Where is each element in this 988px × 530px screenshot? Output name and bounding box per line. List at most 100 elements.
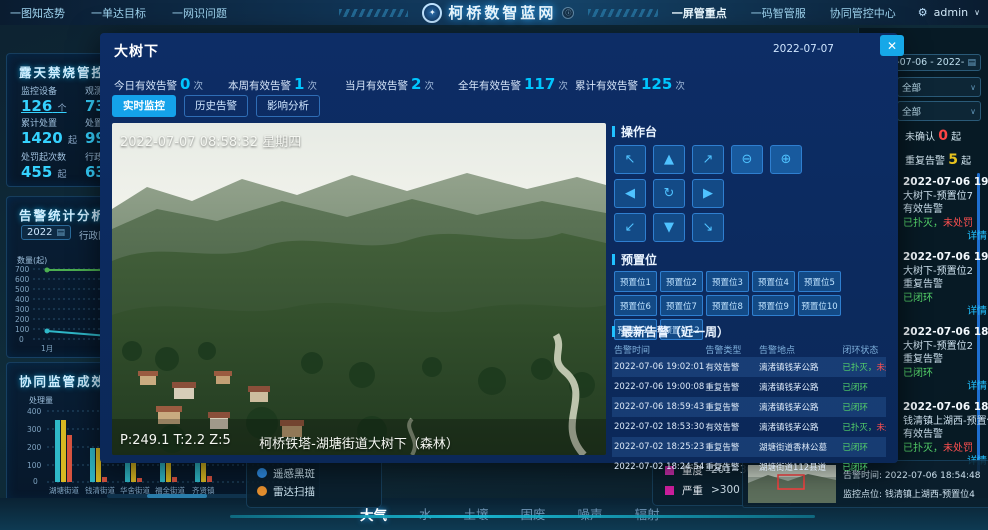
ytick: 300: [27, 425, 41, 434]
decorative-stripes-right: [588, 9, 657, 17]
count-duplicate: 重复告警 5 起: [905, 152, 971, 168]
tab-solid-waste[interactable]: 固废: [521, 504, 546, 524]
tooltip-alert-point: 监控点位: 钱清镇上湖西-预置位4: [843, 487, 975, 500]
preset-section-title: 预置位: [612, 251, 657, 268]
tab-impact-analysis[interactable]: 影响分析: [256, 95, 320, 117]
ytick: 300: [15, 305, 29, 314]
preset-button-9[interactable]: 预置位9: [752, 295, 795, 316]
table-row[interactable]: 2022-07-02 18:24:54重复告警 湖塘街道112县道 已闭环: [612, 457, 886, 477]
decorative-stripes-left: [339, 9, 408, 17]
console-section-title: 操作台: [612, 123, 657, 140]
chevron-down-icon: ∨: [970, 83, 976, 92]
modal-title: 大树下: [114, 41, 159, 61]
preset-button-1[interactable]: 预置位1: [614, 271, 657, 292]
latest-alerts-table: 告警时间 告警类型 告警地点 闭环状态 2022-07-06 19:02:01有…: [612, 341, 886, 477]
table-row[interactable]: 2022-07-02 18:25:23重复告警 湖塘街道香林公墓 已闭环: [612, 437, 886, 457]
tab-water[interactable]: 水: [419, 504, 432, 524]
layer-item-remote-sensing[interactable]: 遥感黑斑: [247, 464, 381, 482]
panel-title: 协同监管成效: [19, 371, 106, 390]
calendar-icon: ▤: [56, 228, 65, 238]
table-row[interactable]: 2022-07-06 18:59:43重复告警 漓渚镇钱茅公路 已闭环: [612, 397, 886, 417]
video-feed[interactable]: 2022-07-07 08:58:32 星期四 P:249.1 T:2.2 Z:…: [112, 123, 606, 455]
table-row[interactable]: 2022-07-02 18:53:30有效告警 漓渚镇钱茅公路 已扑灭，未处罚: [612, 417, 886, 437]
chevron-down-icon: ∨: [970, 107, 976, 116]
preset-button-10[interactable]: 预置位10: [798, 295, 841, 316]
layer-item-radar-scan[interactable]: 雷达扫描: [247, 482, 381, 500]
stat-handled: 累计处置 1420 起: [21, 116, 77, 147]
rotate-button[interactable]: ↻: [653, 179, 685, 208]
zoom-out-button[interactable]: ⊖: [731, 145, 763, 174]
preset-button-8[interactable]: 预置位8: [706, 295, 749, 316]
table-header: 告警时间 告警类型 告警地点 闭环状态: [612, 341, 886, 357]
calendar-icon: ▤: [967, 58, 976, 68]
preset-button-7[interactable]: 预置位7: [660, 295, 703, 316]
pan-down-button[interactable]: ▼: [653, 213, 685, 242]
alert-card[interactable]: 2022-07-06 18:57:33 钱清镇上湖西-预置位18 有效告警 已扑…: [903, 401, 988, 469]
modal-date: 2022-07-07: [773, 43, 834, 55]
chevron-down-icon: ∨: [974, 8, 980, 17]
stat-penalties: 处罚起次数 455 起: [21, 150, 67, 181]
app-title: 柯桥数智蓝网: [448, 2, 556, 23]
nav-item-screen-focus[interactable]: 一屏管重点: [672, 5, 727, 21]
ptz-pad-row-3: ↙ ▼ ↘: [614, 213, 724, 242]
pan-up-right-button[interactable]: ↗: [692, 145, 724, 174]
user-menu[interactable]: ⚙ admin ∨: [918, 6, 980, 19]
nav-item-control-center[interactable]: 协同管控中心: [830, 5, 896, 21]
latest-alerts-section-title: 最新告警（近一周）: [612, 323, 729, 340]
stat-today: 今日有效告警0次: [114, 75, 203, 93]
count-unconfirmed: 未确认 0 起: [905, 128, 961, 144]
detail-link[interactable]: 详情 >>: [903, 380, 988, 394]
pan-up-left-button[interactable]: ↖: [614, 145, 646, 174]
gear-icon[interactable]: ⚙: [918, 6, 928, 19]
ytick: 0: [19, 335, 24, 344]
video-timestamp: 2022-07-07 08:58:32 星期四: [120, 131, 301, 150]
logo-badge-icon: ⓘ: [562, 7, 574, 19]
video-camera-label: 柯桥铁塔-湖塘街道大树下（森林）: [112, 433, 606, 452]
ytick: 0: [33, 477, 38, 486]
y-axis-title: 处理量: [29, 395, 53, 406]
nav-right: 一屏管重点 一码智管服 协同管控中心: [672, 5, 896, 21]
top-nav-bar: 一图知态势 一单达目标 一网识问题 ✦ 柯桥数智蓝网 ⓘ 一屏管重点 一码智管服…: [0, 0, 988, 25]
type-select-1[interactable]: 全部∨: [897, 77, 981, 97]
xtick: 湖塘街道: [49, 485, 79, 496]
alert-card[interactable]: 2022-07-06 19:02:01 大树下-预置位7 有效告警 已扑灭，未处…: [903, 176, 988, 244]
ytick: 400: [27, 407, 41, 416]
detail-link[interactable]: 详情 >>: [903, 305, 988, 319]
preset-button-5[interactable]: 预置位5: [798, 271, 841, 292]
pan-down-right-button[interactable]: ↘: [692, 213, 724, 242]
stat-total: 累计有效告警125次: [575, 75, 685, 93]
alert-card[interactable]: 2022-07-06 18:59:43 大树下-预置位2 重复告警 已闭环 详情…: [903, 326, 988, 394]
ytick: 200: [27, 443, 41, 452]
table-row[interactable]: 2022-07-06 19:02:01有效告警 漓渚镇钱茅公路 已扑灭，未处罚: [612, 357, 886, 377]
tab-history-alerts[interactable]: 历史告警: [184, 95, 248, 117]
preset-button-3[interactable]: 预置位3: [706, 271, 749, 292]
tab-live-monitor[interactable]: 实时监控: [112, 95, 176, 117]
pan-up-button[interactable]: ▲: [653, 145, 685, 174]
nav-left: 一图知态势 一单达目标 一网识问题: [10, 5, 227, 21]
stat-month: 当月有效告警2次: [345, 75, 434, 93]
tab-soil[interactable]: 土壤: [464, 504, 489, 524]
nav-item-target[interactable]: 一单达目标: [91, 5, 146, 21]
close-icon[interactable]: ✕: [880, 35, 904, 56]
pan-down-left-button[interactable]: ↙: [614, 213, 646, 242]
detail-link[interactable]: 详情 >>: [903, 230, 988, 244]
table-row[interactable]: 2022-07-06 19:00:08重复告警 漓渚镇钱茅公路 已闭环: [612, 377, 886, 397]
preset-button-2[interactable]: 预置位2: [660, 271, 703, 292]
preset-button-4[interactable]: 预置位4: [752, 271, 795, 292]
year-picker[interactable]: 2022▤: [21, 225, 71, 240]
pan-left-button[interactable]: ◀: [614, 179, 646, 208]
tab-radiation[interactable]: 辐射: [635, 504, 660, 524]
tab-noise[interactable]: 噪声: [578, 504, 603, 524]
zoom-in-button[interactable]: ⊕: [770, 145, 802, 174]
type-select-2[interactable]: 全部∨: [897, 101, 981, 121]
ptz-pad-row-2: ◀ ↻ ▶: [614, 179, 724, 208]
nav-item-problem[interactable]: 一网识问题: [172, 5, 227, 21]
modal-right-pane: 操作台 ↖ ▲ ↗ ⊖ ⊕ ◀ ↻ ▶ ↙ ▼ ↘ 预置位 预置位1 预置位2: [612, 123, 886, 455]
pan-right-button[interactable]: ▶: [692, 179, 724, 208]
preset-button-6[interactable]: 预置位6: [614, 295, 657, 316]
nav-item-situation[interactable]: 一图知态势: [10, 5, 65, 21]
nav-item-code-service[interactable]: 一码智管服: [751, 5, 806, 21]
ytick: 500: [15, 285, 29, 294]
alert-card[interactable]: 2022-07-06 19:00:08 大树下-预置位2 重复告警 已闭环 详情…: [903, 251, 988, 319]
ytick: 200: [15, 315, 29, 324]
